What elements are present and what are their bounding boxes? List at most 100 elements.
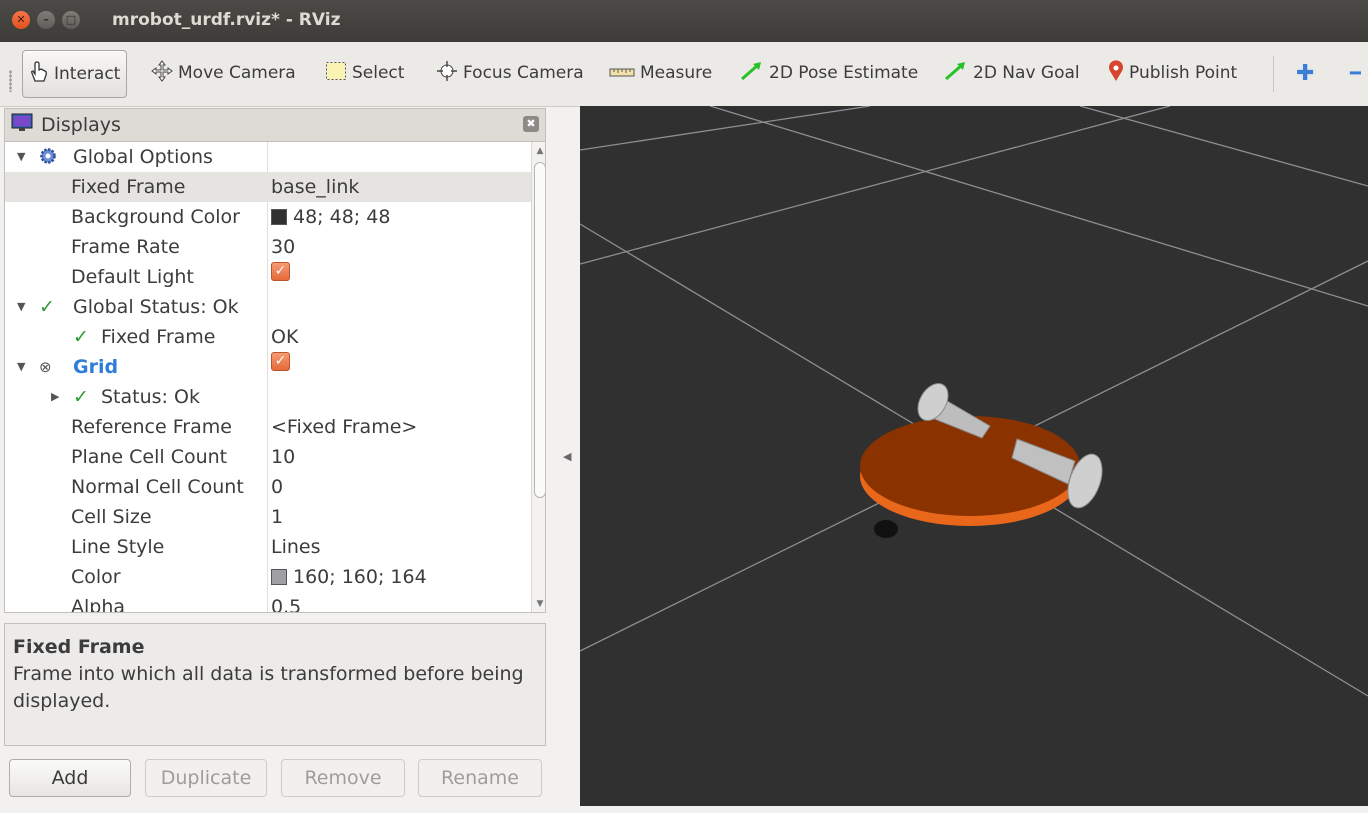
tree-row-grid-status[interactable]: ▶ ✓ Status: Ok: [5, 382, 525, 412]
row-value: <Fixed Frame>: [271, 416, 418, 438]
color-swatch: [271, 569, 287, 585]
collapsed-arrow-icon[interactable]: ▶: [51, 382, 59, 412]
frame-rate-value[interactable]: 30: [271, 232, 295, 262]
tool-select-button[interactable]: Select: [325, 50, 404, 96]
reference-frame-value[interactable]: <Fixed Frame>: [271, 412, 417, 442]
tree-row-background-color[interactable]: Background Color 48; 48; 48: [5, 202, 525, 232]
remove-tool-minus-icon[interactable]: ━: [1350, 50, 1361, 96]
grid-display-icon: ⊗: [39, 358, 52, 376]
row-value: 10: [271, 446, 296, 468]
3d-render-view[interactable]: [580, 106, 1368, 806]
tool-2d-nav-goal-button[interactable]: 2D Nav Goal: [944, 50, 1080, 96]
tool-publish-point-label: Publish Point: [1129, 63, 1238, 83]
row-value: OK: [271, 326, 299, 348]
expand-arrow-icon[interactable]: ▼: [17, 142, 25, 172]
row-name: Alpha: [71, 596, 126, 613]
tool-2d-pose-estimate-button[interactable]: 2D Pose Estimate: [740, 50, 918, 96]
grid-lines: [580, 106, 1368, 697]
row-name: Background Color: [71, 206, 240, 228]
tree-row-reference-frame[interactable]: Reference Frame <Fixed Frame>: [5, 412, 525, 442]
row-value: 48; 48; 48: [293, 206, 391, 228]
tree-scrollbar[interactable]: ▲ ▼: [531, 142, 545, 612]
background-color-value[interactable]: 48; 48; 48: [271, 202, 390, 232]
expand-arrow-icon[interactable]: ▼: [17, 352, 25, 382]
grid-color-value[interactable]: 160; 160; 164: [271, 562, 427, 592]
tool-2d-nav-goal-label: 2D Nav Goal: [973, 63, 1080, 83]
fixed-frame-value[interactable]: base_link: [271, 172, 359, 202]
color-swatch: [271, 209, 287, 225]
minimize-window-icon[interactable]: –: [37, 11, 55, 29]
plane-cell-count-value[interactable]: 10: [271, 442, 295, 472]
close-panel-icon[interactable]: ✖: [523, 116, 539, 132]
row-name: Line Style: [71, 536, 165, 558]
row-value: 30: [271, 236, 296, 258]
check-icon: ✓: [73, 326, 89, 348]
toolbar-separator: [1273, 56, 1274, 92]
green-arrow-icon: [740, 61, 764, 85]
row-name: Cell Size: [71, 506, 152, 528]
tree-row-frame-rate[interactable]: Frame Rate 30: [5, 232, 525, 262]
rename-button[interactable]: Rename: [418, 759, 542, 797]
remove-button[interactable]: Remove: [281, 759, 405, 797]
alpha-value[interactable]: 0.5: [271, 592, 302, 613]
tool-interact-button[interactable]: Interact: [22, 50, 128, 98]
line-style-value[interactable]: Lines: [271, 532, 321, 562]
tree-row-global-status[interactable]: ▼ ✓ Global Status: Ok: [5, 292, 525, 322]
scroll-thumb[interactable]: [534, 162, 545, 498]
tree-row-plane-cell-count[interactable]: Plane Cell Count 10: [5, 442, 525, 472]
move-arrows-icon: [151, 60, 173, 86]
tree-row-alpha[interactable]: Alpha 0.5: [5, 592, 525, 613]
tool-select-label: Select: [352, 63, 405, 83]
grid-enabled-checkbox[interactable]: ✓: [271, 352, 290, 371]
cell-size-value[interactable]: 1: [271, 502, 283, 532]
close-window-icon[interactable]: ✕: [12, 11, 30, 29]
add-tool-plus-icon[interactable]: ✚: [1296, 50, 1314, 96]
row-value: 0.5: [271, 596, 302, 613]
displays-panel-title: Displays: [41, 114, 121, 136]
tree-row-cell-size[interactable]: Cell Size 1: [5, 502, 525, 532]
tree-row-normal-cell-count[interactable]: Normal Cell Count 0: [5, 472, 525, 502]
check-icon: ✓: [39, 296, 55, 318]
toolbar-grip-icon[interactable]: [9, 70, 12, 92]
crosshair-icon: [436, 60, 458, 86]
row-name: Global Options: [73, 146, 213, 168]
tree-row-grid[interactable]: ▼ ⊗ Grid ✓: [5, 352, 525, 382]
monitor-icon: [11, 113, 33, 138]
row-name: Grid: [73, 356, 119, 378]
tree-row-status-fixed-frame[interactable]: ✓ Fixed Frame OK: [5, 322, 525, 352]
row-name: Frame Rate: [71, 236, 180, 258]
description-text: Frame into which all data is transformed…: [13, 663, 524, 712]
row-value: 0: [271, 476, 284, 498]
tool-interact-label: Interact: [54, 64, 121, 84]
row-name: Color: [71, 566, 121, 588]
row-value: base_link: [271, 176, 360, 198]
robot-model: [860, 383, 1103, 538]
ruler-icon: [609, 64, 635, 83]
window-title: mrobot_urdf.rviz* - RViz: [112, 10, 341, 30]
tree-row-color[interactable]: Color 160; 160; 164: [5, 562, 525, 592]
tree-row-fixed-frame[interactable]: Fixed Frame base_link: [5, 172, 545, 202]
add-button[interactable]: Add: [9, 759, 131, 797]
tool-measure-label: Measure: [640, 63, 713, 83]
expand-arrow-icon[interactable]: ▼: [17, 292, 25, 322]
tree-row-global-options[interactable]: ▼ Global Options: [5, 142, 525, 172]
row-value: Lines: [271, 536, 321, 558]
tool-measure-button[interactable]: Measure: [609, 50, 712, 96]
collapse-panel-arrow-icon[interactable]: ◀: [563, 450, 571, 463]
maximize-window-icon[interactable]: □: [62, 11, 80, 29]
row-name: Fixed Frame: [101, 326, 216, 348]
tree-row-line-style[interactable]: Line Style Lines: [5, 532, 525, 562]
row-value: 1: [271, 506, 284, 528]
row-name: Status: Ok: [101, 386, 200, 408]
tree-row-default-light[interactable]: Default Light ✓: [5, 262, 525, 292]
tool-publish-point-button[interactable]: Publish Point: [1108, 50, 1237, 96]
scroll-down-icon[interactable]: ▼: [533, 597, 545, 611]
scroll-up-icon[interactable]: ▲: [533, 144, 545, 158]
tool-move-camera-button[interactable]: Move Camera: [151, 50, 296, 96]
duplicate-button[interactable]: Duplicate: [145, 759, 267, 797]
hand-pointer-icon: [29, 61, 49, 87]
default-light-checkbox[interactable]: ✓: [271, 262, 290, 281]
normal-cell-count-value[interactable]: 0: [271, 472, 283, 502]
title-bar: ✕ – □ mrobot_urdf.rviz* - RViz: [0, 0, 1368, 42]
tool-focus-camera-button[interactable]: Focus Camera: [436, 50, 584, 96]
